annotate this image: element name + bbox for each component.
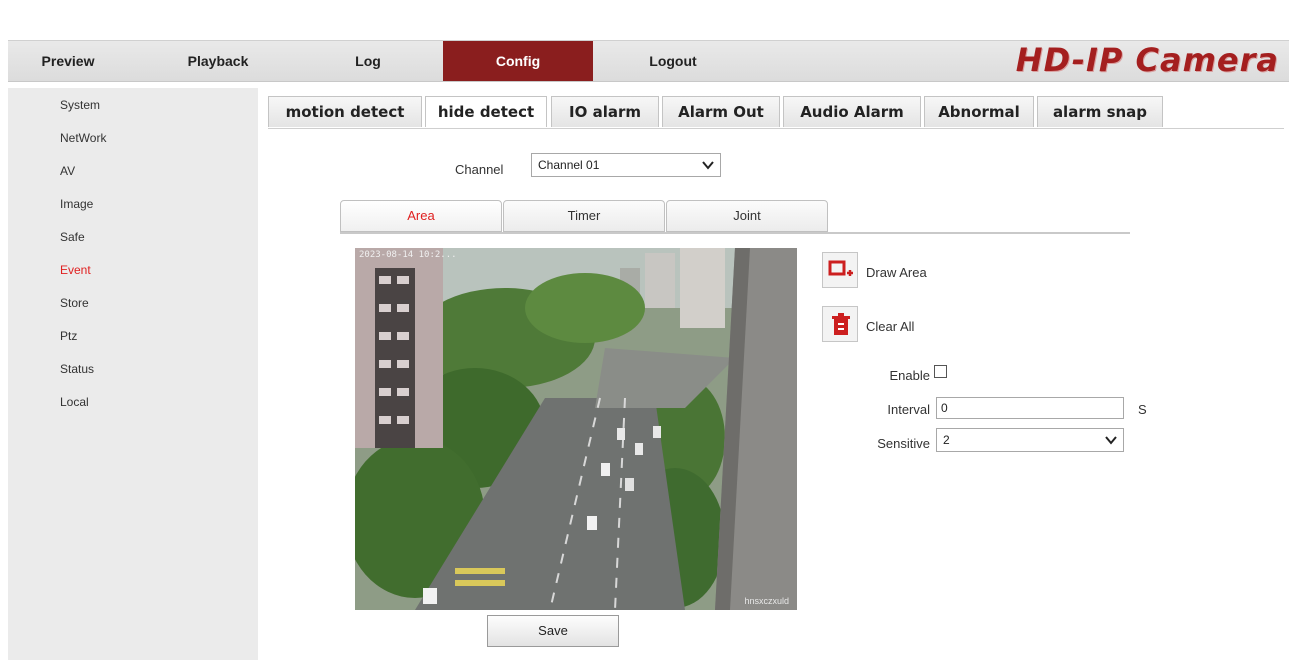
sensitive-select[interactable]: 2 bbox=[936, 428, 1124, 452]
interval-unit: S bbox=[1138, 402, 1147, 417]
draw-area-button[interactable] bbox=[822, 252, 858, 288]
nav-config[interactable]: Config bbox=[443, 41, 593, 81]
sensitive-label: Sensitive bbox=[877, 436, 930, 451]
enable-label: Enable bbox=[889, 368, 930, 383]
video-osd-text: 2023-08-14 10:2... bbox=[359, 250, 457, 260]
alarm-subtabs: motion detect hide detect IO alarm Alarm… bbox=[268, 96, 1284, 129]
enable-checkbox[interactable] bbox=[934, 365, 947, 378]
tab-abnormal[interactable]: Abnormal bbox=[924, 96, 1034, 127]
sensitive-select-value: 2 bbox=[943, 433, 950, 447]
tab-alarm-snap[interactable]: alarm snap bbox=[1037, 96, 1163, 127]
sidebar-item-event[interactable]: Event bbox=[60, 263, 91, 277]
nav-playback[interactable]: Playback bbox=[148, 41, 288, 81]
video-preview[interactable]: 2023-08-14 10:2... hnsxczxuld bbox=[355, 248, 797, 610]
save-button[interactable]: Save bbox=[487, 615, 619, 647]
chevron-down-icon bbox=[1105, 436, 1117, 445]
sidebar-item-image[interactable]: Image bbox=[60, 197, 93, 211]
sidebar-item-ptz[interactable]: Ptz bbox=[60, 329, 77, 343]
sidebar-item-system[interactable]: System bbox=[60, 98, 100, 112]
clear-all-label[interactable]: Clear All bbox=[866, 319, 914, 334]
channel-select[interactable]: Channel 01 bbox=[531, 153, 721, 177]
nav-logout[interactable]: Logout bbox=[603, 41, 743, 81]
sidebar-item-network[interactable]: NetWork bbox=[60, 131, 106, 145]
sidebar-item-status[interactable]: Status bbox=[60, 362, 94, 376]
sidebar-item-safe[interactable]: Safe bbox=[60, 230, 85, 244]
interval-input[interactable] bbox=[936, 397, 1124, 419]
nav-preview[interactable]: Preview bbox=[8, 41, 128, 81]
channel-select-value: Channel 01 bbox=[538, 158, 600, 172]
tab-audio-alarm[interactable]: Audio Alarm bbox=[783, 96, 921, 127]
top-bar: Preview Playback Log Config Logout HD-IP… bbox=[0, 0, 1289, 88]
tab-motion-detect[interactable]: motion detect bbox=[268, 96, 422, 127]
brand-logo: HD-IP Camera bbox=[1015, 41, 1279, 79]
sidebar: System NetWork AV Image Safe Event Store… bbox=[8, 88, 258, 660]
tab-alarm-out[interactable]: Alarm Out bbox=[662, 96, 780, 127]
interval-label: Interval bbox=[887, 402, 930, 417]
chevron-down-icon bbox=[702, 161, 714, 170]
tab-joint[interactable]: Joint bbox=[666, 200, 828, 232]
channel-label: Channel bbox=[455, 162, 504, 177]
draw-area-icon bbox=[828, 260, 853, 276]
trash-icon bbox=[832, 313, 850, 335]
tab-area[interactable]: Area bbox=[340, 200, 502, 232]
clear-all-button[interactable] bbox=[822, 306, 858, 342]
sidebar-item-local[interactable]: Local bbox=[60, 395, 89, 409]
video-watermark: hnsxczxuld bbox=[744, 596, 789, 606]
tab-io-alarm[interactable]: IO alarm bbox=[551, 96, 659, 127]
tab-hide-detect[interactable]: hide detect bbox=[425, 96, 547, 127]
sidebar-item-av[interactable]: AV bbox=[60, 164, 75, 178]
sidebar-item-store[interactable]: Store bbox=[60, 296, 89, 310]
tab-timer[interactable]: Timer bbox=[503, 200, 665, 232]
nav-log[interactable]: Log bbox=[308, 41, 428, 81]
detect-tabs: Area Timer Joint bbox=[340, 200, 1130, 234]
draw-area-label[interactable]: Draw Area bbox=[866, 265, 927, 280]
camera-scene-image bbox=[355, 248, 797, 610]
